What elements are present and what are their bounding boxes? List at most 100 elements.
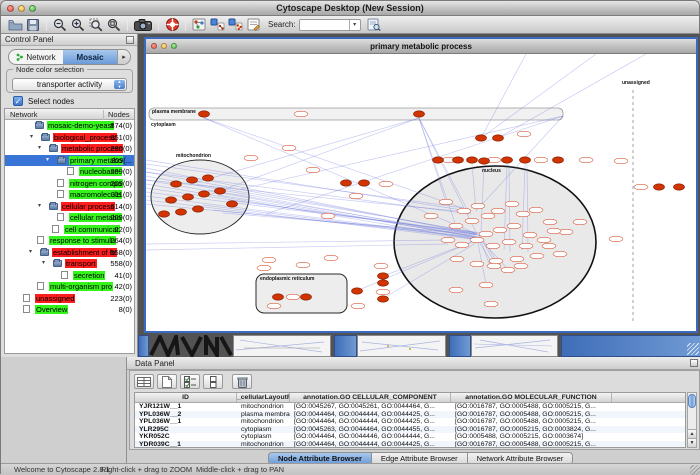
graph-node-label[interactable] (510, 256, 524, 262)
graph-node-label[interactable] (517, 131, 531, 137)
graph-node[interactable] (378, 296, 389, 302)
graph-node-label[interactable] (481, 213, 495, 219)
float-panel-icon[interactable] (690, 359, 698, 367)
tree-row-transport[interactable]: ▾transport558(0) (5, 258, 134, 270)
background-window-titlebar[interactable] (561, 335, 700, 357)
zoom-selected-button[interactable] (87, 17, 105, 33)
graph-node-label[interactable] (349, 193, 363, 199)
zoom-view-button[interactable] (171, 43, 177, 49)
export-image-button[interactable] (132, 17, 154, 33)
tree-row-nitrogen-compo[interactable]: nitrogen compo209(0) (5, 178, 134, 190)
minimize-view-button[interactable] (161, 43, 167, 49)
graph-node[interactable] (520, 157, 531, 163)
graph-node-label[interactable] (286, 294, 300, 300)
graph-node-label[interactable] (424, 213, 438, 219)
graph-node-label[interactable] (501, 267, 515, 273)
unselect-attributes-button[interactable] (203, 374, 223, 389)
graph-node-label[interactable] (471, 203, 485, 209)
search-dropdown-arrow-icon[interactable]: ▾ (349, 20, 360, 30)
tree-row-cellular-process[interactable]: ▾cellular process614(0) (5, 201, 134, 213)
expand-arrow-icon[interactable]: ▾ (29, 248, 32, 255)
search-input[interactable]: ▾ (299, 19, 361, 31)
zoom-window-button[interactable] (29, 5, 36, 12)
graph-node-label[interactable] (489, 258, 503, 264)
open-session-button[interactable] (6, 17, 24, 33)
graph-node[interactable] (199, 111, 210, 117)
background-window-edge[interactable] (138, 335, 149, 357)
graph-node[interactable] (215, 188, 226, 194)
tree-row-primary-metabo[interactable]: ▾primary metabo209(... (5, 155, 134, 167)
graph-node-label[interactable] (516, 211, 530, 217)
graph-node[interactable] (553, 157, 564, 163)
graph-node-label[interactable] (449, 223, 463, 229)
table-row[interactable]: YPL036W__1mitochondrion[GO:0044464, GO:0… (135, 418, 685, 426)
graph-node-label[interactable] (450, 256, 464, 262)
graph-node-label[interactable] (493, 227, 507, 233)
graph-node[interactable] (476, 135, 487, 141)
zoom-in-button[interactable] (69, 17, 87, 33)
graph-node[interactable] (166, 197, 177, 203)
expand-arrow-icon[interactable]: ▾ (38, 144, 41, 151)
vizmapper-button[interactable] (190, 17, 208, 33)
graph-node-label[interactable] (470, 237, 484, 243)
close-window-button[interactable] (7, 5, 14, 12)
graph-node-label[interactable] (634, 184, 648, 190)
graph-node[interactable] (193, 206, 204, 212)
graph-node-label[interactable] (502, 239, 516, 245)
tree-row-biological-process[interactable]: ▾biological_process651(0) (5, 132, 134, 144)
tree-row-response-to-stimulu[interactable]: response to stimulu264(0) (5, 235, 134, 247)
graph-node-label[interactable] (282, 145, 296, 151)
tree-row-cell-communicat[interactable]: cell communicat22(0) (5, 224, 134, 236)
graph-node[interactable] (493, 135, 504, 141)
background-window-content[interactable] (233, 335, 331, 357)
new-attribute-button[interactable] (157, 374, 177, 389)
graph-node-label[interactable] (257, 265, 271, 271)
tab-network[interactable]: Network (9, 50, 63, 64)
column-header-network[interactable]: Network (10, 110, 38, 119)
graph-node[interactable] (159, 211, 170, 217)
graph-node-label[interactable] (614, 158, 628, 164)
graph-node-label[interactable] (542, 243, 556, 249)
graph-node-label[interactable] (609, 236, 623, 242)
advanced-search-button[interactable] (365, 17, 383, 33)
graph-node-label[interactable] (523, 232, 537, 238)
table-vertical-scrollbar[interactable]: ▲ ▼ (687, 392, 697, 448)
save-session-button[interactable] (24, 17, 42, 33)
graph-node[interactable] (654, 184, 665, 190)
scrollbar-thumb[interactable] (688, 394, 696, 408)
graph-node-label[interactable] (505, 201, 519, 207)
graph-node-label[interactable] (465, 218, 479, 224)
graph-node-label[interactable] (470, 261, 484, 267)
delete-attribute-button[interactable] (232, 374, 252, 389)
tree-row-metabolic-process[interactable]: ▾metabolic process280(0) (5, 143, 134, 155)
graph-node-label[interactable] (529, 207, 543, 213)
graph-node[interactable] (352, 288, 363, 294)
column-header[interactable]: annotation.GO CELLULAR_COMPONENT (290, 393, 451, 402)
background-window-edge[interactable] (334, 335, 357, 357)
graph-node-label[interactable] (351, 303, 365, 309)
graph-node-label[interactable] (324, 255, 338, 261)
graph-node-label[interactable] (244, 155, 258, 161)
graph-node[interactable] (301, 294, 312, 300)
expand-arrow-icon[interactable]: ▾ (46, 156, 49, 163)
graph-node[interactable] (203, 175, 214, 181)
graph-node-label[interactable] (306, 167, 320, 173)
tree-row-overview[interactable]: Overview8(0) (5, 304, 134, 316)
graph-node-label[interactable] (439, 199, 453, 205)
network-canvas[interactable] (146, 54, 696, 331)
graph-node-label[interactable] (479, 231, 493, 237)
graph-node-label[interactable] (486, 243, 500, 249)
background-window-content[interactable] (149, 335, 233, 357)
create-view-button[interactable] (226, 17, 244, 33)
graph-node-label[interactable] (484, 301, 498, 307)
graph-node-label[interactable] (455, 242, 469, 248)
graph-node-label[interactable] (553, 251, 567, 257)
graph-node-label[interactable] (491, 208, 505, 214)
graph-node[interactable] (227, 201, 238, 207)
graph-node-label[interactable] (519, 243, 533, 249)
graph-node[interactable] (187, 177, 198, 183)
select-nodes-checkbox[interactable]: ✓ (13, 96, 23, 106)
select-stepper-icon[interactable]: ▲▼ (114, 80, 125, 89)
expand-arrow-icon[interactable]: ▾ (38, 202, 41, 209)
graph-node[interactable] (171, 181, 182, 187)
